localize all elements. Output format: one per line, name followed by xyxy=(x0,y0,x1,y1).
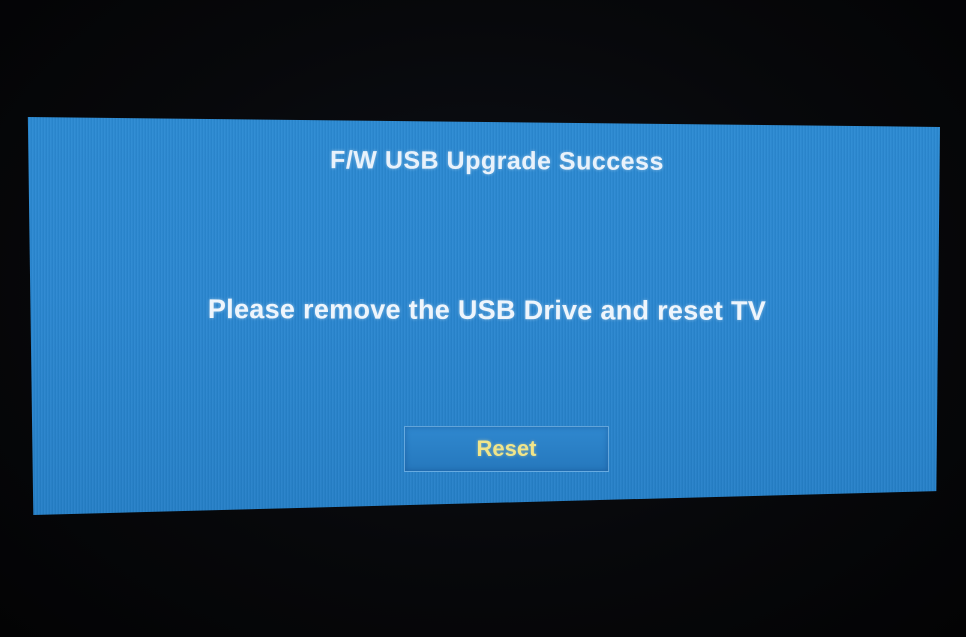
reset-button-label: Reset xyxy=(476,436,537,461)
dialog-title: F/W USB Upgrade Success xyxy=(330,146,664,176)
upgrade-success-dialog: F/W USB Upgrade Success Please remove th… xyxy=(27,117,940,515)
dialog-message: Please remove the USB Drive and reset TV xyxy=(207,294,767,326)
reset-button[interactable]: Reset xyxy=(404,426,609,472)
